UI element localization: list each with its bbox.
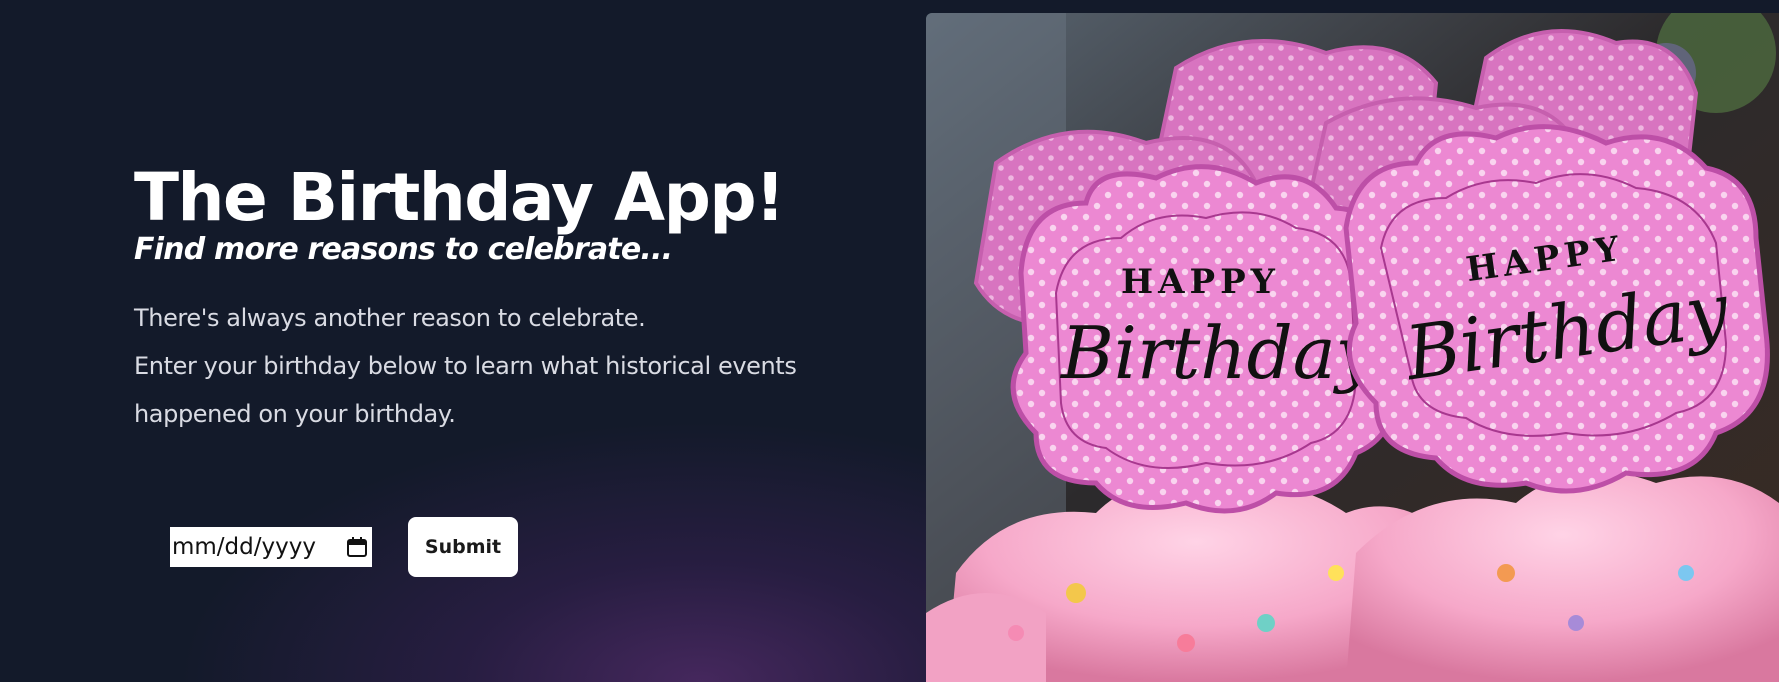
birthday-cupcakes-image: HAPPY Birthday HAPPY Birthday (926, 13, 1779, 682)
page-background: The Birthday App! Find more reasons to c… (0, 0, 1779, 682)
description: There's always another reason to celebra… (134, 294, 834, 438)
birthday-form: mm/dd/yyyy Submit (170, 517, 518, 577)
svg-text:HAPPY: HAPPY (1121, 262, 1280, 302)
hero-section: The Birthday App! Find more reasons to c… (134, 160, 834, 438)
birthday-date-input[interactable]: mm/dd/yyyy (170, 527, 372, 567)
description-line-1: There's always another reason to celebra… (134, 304, 646, 332)
page-title: The Birthday App! (134, 159, 785, 236)
date-placeholder: mm/dd/yyyy (172, 534, 316, 560)
calendar-icon[interactable] (346, 536, 368, 558)
description-line-2: Enter your birthday below to learn what … (134, 352, 797, 428)
svg-text:Birthday: Birthday (1059, 311, 1378, 395)
page-subtitle: Find more reasons to celebrate... (134, 232, 673, 267)
submit-button[interactable]: Submit (408, 517, 518, 577)
